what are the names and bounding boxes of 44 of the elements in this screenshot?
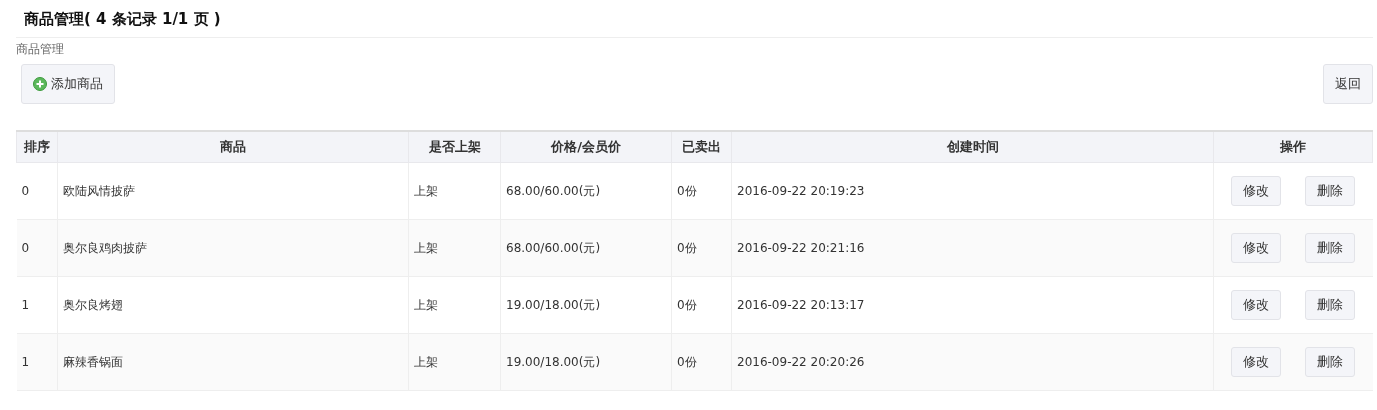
column-header: 已卖出 (671, 130, 732, 163)
column-header: 排序 (16, 130, 58, 163)
delete-button[interactable]: 删除 (1305, 233, 1356, 263)
edit-button[interactable]: 修改 (1231, 176, 1282, 206)
table-cell: 0份 (671, 276, 732, 334)
add-button[interactable]: 添加商品 (21, 63, 115, 104)
delete-button[interactable]: 删除 (1305, 176, 1356, 206)
table-cell: 0份 (671, 333, 732, 391)
table-cell: 上架 (408, 162, 501, 220)
table-cell: 2016-09-22 20:21:16 (731, 219, 1214, 277)
table-cell: 0份 (671, 219, 732, 277)
table-cell: 1 (16, 276, 58, 334)
table-cell: 上架 (408, 219, 501, 277)
table-cell: 上架 (408, 333, 501, 391)
table-cell: 68.00/60.00(元) (500, 219, 672, 277)
table-cell: 奥尔良烤翅 (57, 276, 409, 334)
edit-button[interactable]: 修改 (1231, 233, 1282, 263)
table-cell: 2016-09-22 20:20:26 (731, 333, 1214, 391)
page-title: 商品管理( 4 条记录 1/1 页 ) (24, 10, 221, 28)
column-header: 操作 (1213, 130, 1373, 163)
column-header: 商品 (57, 130, 409, 163)
add-icon (33, 76, 47, 91)
edit-button[interactable]: 修改 (1231, 290, 1282, 320)
delete-button[interactable]: 删除 (1305, 347, 1356, 377)
back-button[interactable]: 返回 (1323, 63, 1373, 104)
table-cell: 68.00/60.00(元) (500, 162, 672, 220)
table-cell: 19.00/18.00(元) (500, 333, 672, 391)
edit-button[interactable]: 修改 (1231, 347, 1282, 377)
table-cell: 0份 (671, 162, 732, 220)
column-header: 创建时间 (731, 130, 1214, 163)
table-cell: 奥尔良鸡肉披萨 (57, 219, 409, 277)
table-cell: 上架 (408, 276, 501, 334)
table-cell: 麻辣香锅面 (57, 333, 409, 391)
delete-button[interactable]: 删除 (1305, 290, 1356, 320)
column-header: 是否上架 (408, 130, 501, 163)
table-cell: 19.00/18.00(元) (500, 276, 672, 334)
column-header: 价格/会员价 (500, 130, 672, 163)
table-cell: 欧陆风情披萨 (57, 162, 409, 220)
table-cell: 2016-09-22 20:19:23 (731, 162, 1214, 220)
table-cell: 1 (16, 333, 58, 391)
table-cell: 0 (16, 219, 58, 277)
table-cell: 0 (16, 162, 58, 220)
table-cell: 2016-09-22 20:13:17 (731, 276, 1214, 334)
breadcrumb: 商品管理 (16, 41, 64, 56)
